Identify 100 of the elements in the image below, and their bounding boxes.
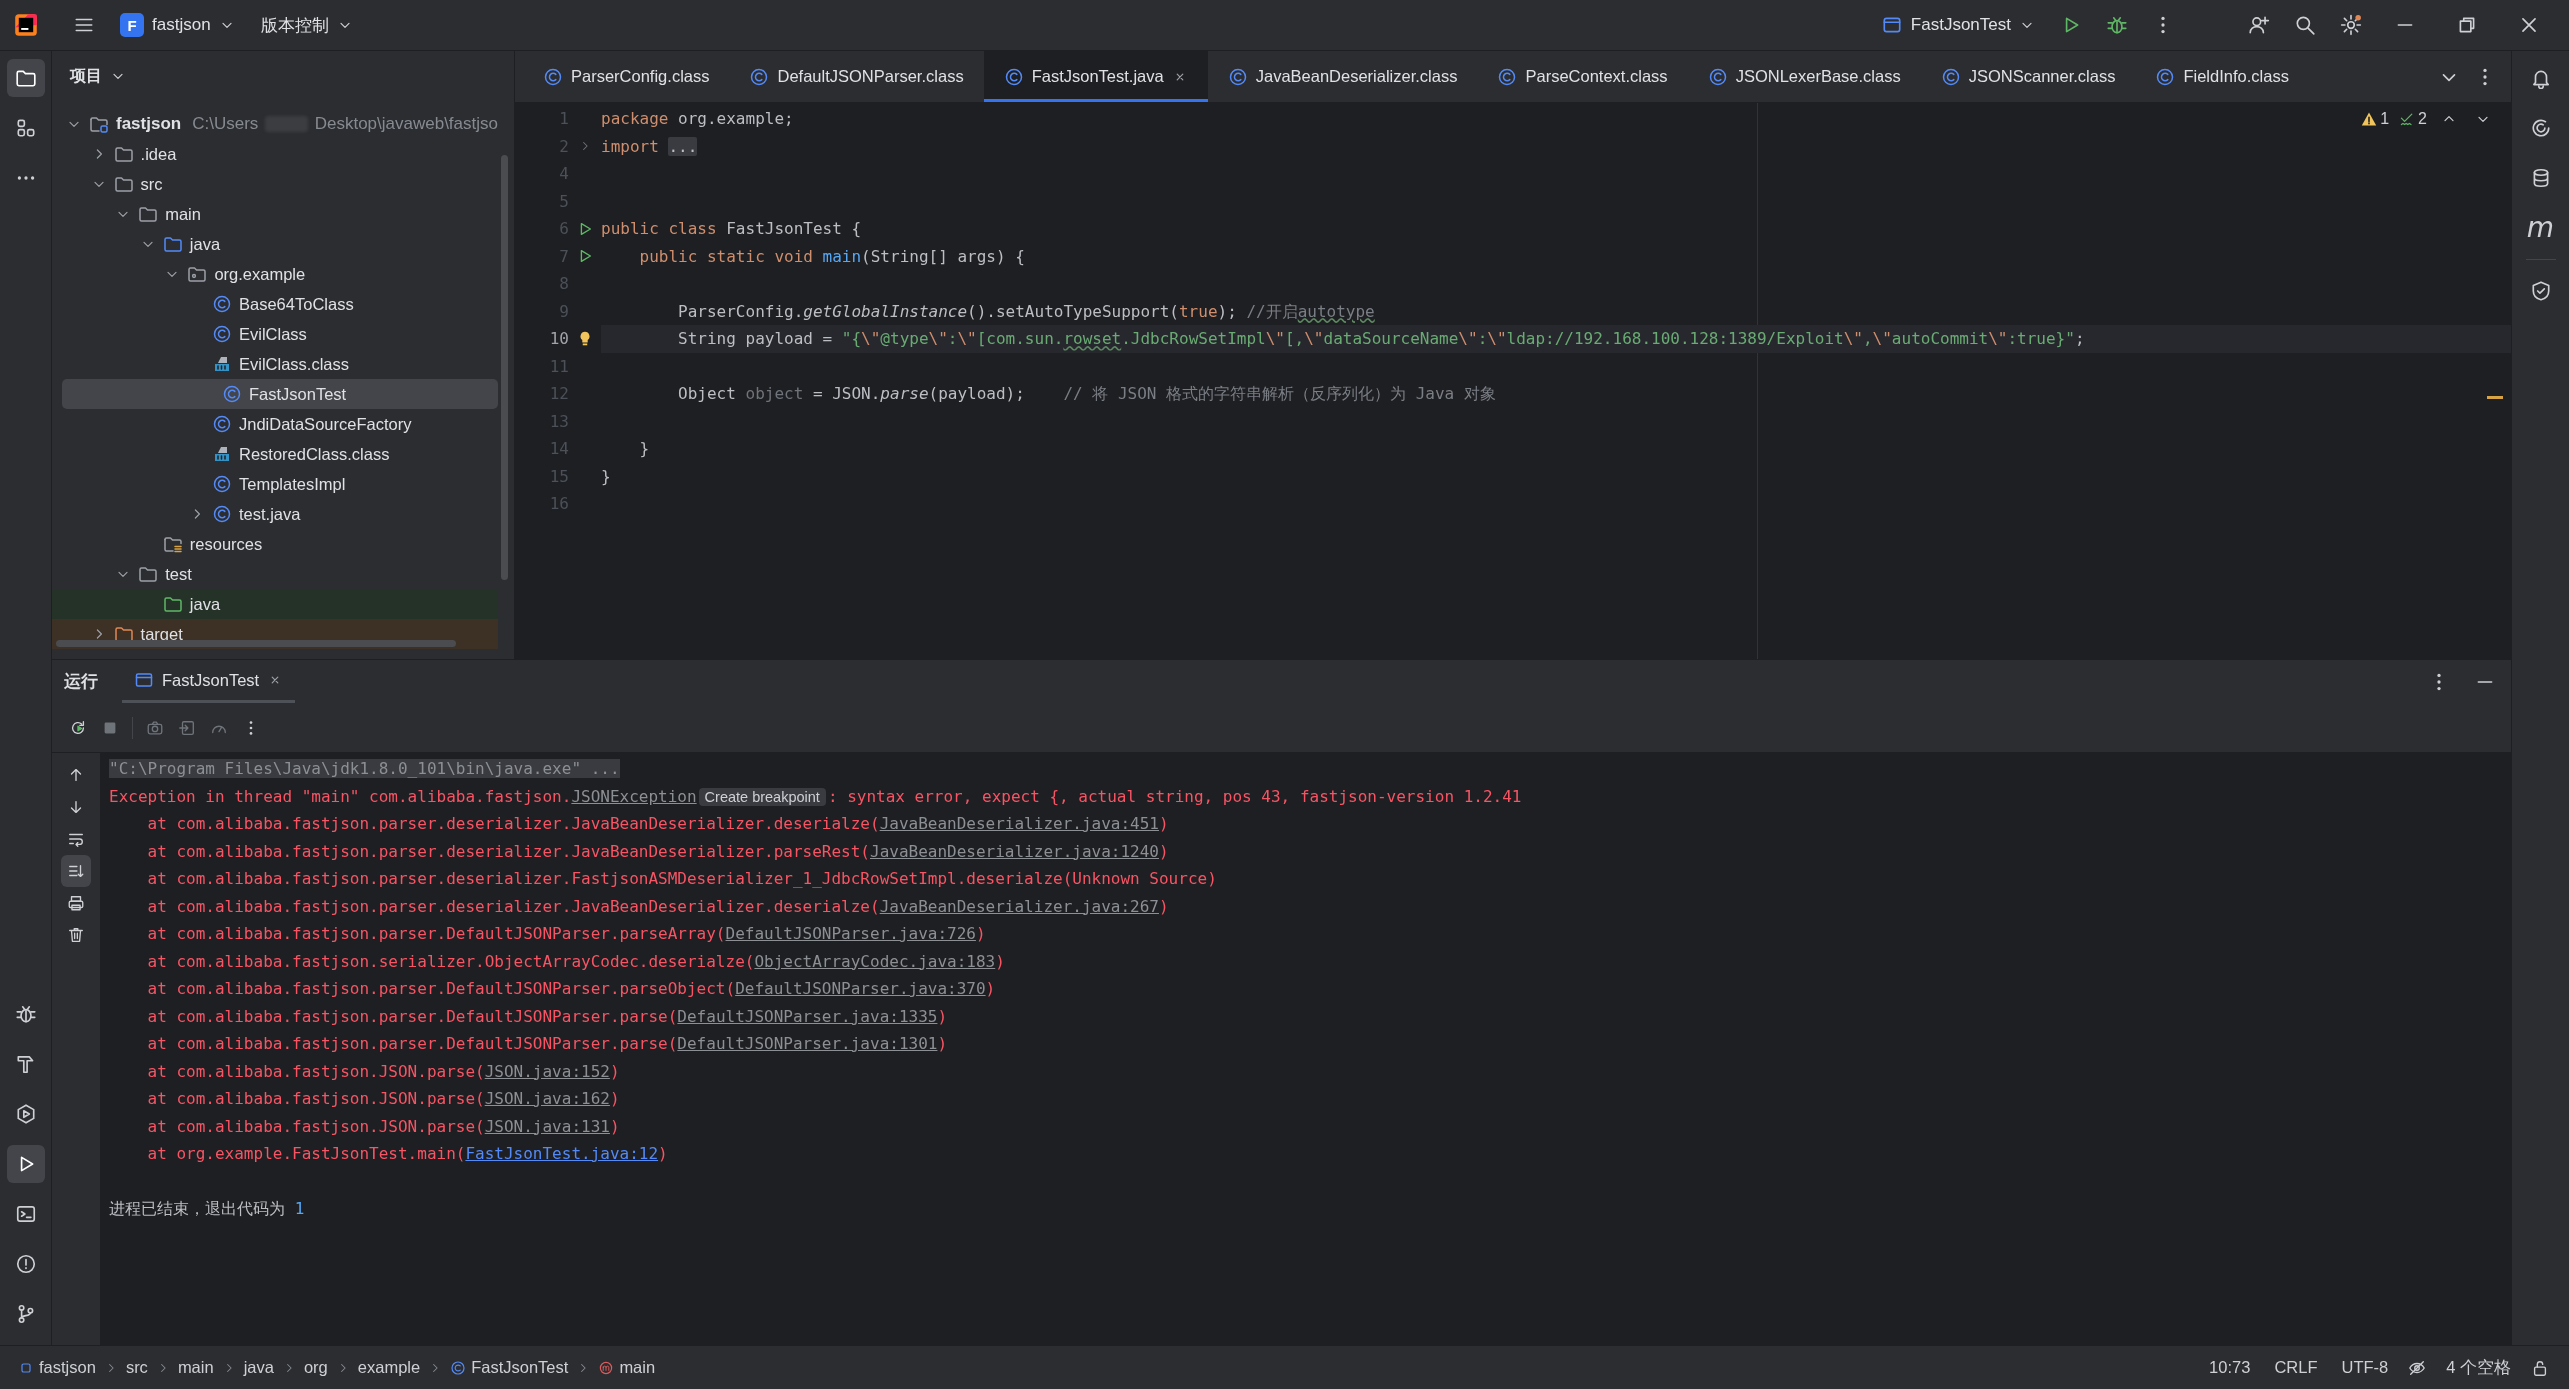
folder-icon (138, 564, 159, 584)
run-configuration-selector[interactable]: FastJsonTest (1872, 7, 2043, 43)
resources-folder-icon (162, 534, 183, 554)
add-user-icon[interactable] (2248, 14, 2270, 36)
class-icon (212, 414, 232, 434)
print-icon[interactable] (67, 894, 85, 912)
code-line: public static void main(String[] args) { (638, 245, 1025, 268)
squares-icon[interactable] (14, 117, 37, 139)
console-line: at com.alibaba.fastjson.JSON.parse(JSON.java:152) (146, 1060, 621, 1083)
source-link[interactable]: DefaultJSONParser.java:726 (725, 924, 976, 943)
project-tool-button[interactable] (6, 59, 45, 97)
breadcrumb[interactable]: src (121, 1358, 152, 1377)
tree-item[interactable]: fastjson C:\Users Desktop\javaweb\fastjso (52, 109, 498, 139)
line-separator[interactable]: CRLF (2264, 1358, 2328, 1377)
source-link[interactable]: JSON.java:162 (484, 1089, 610, 1108)
scroll-to-end-icon[interactable] (67, 862, 85, 880)
tree-item[interactable]: RestoredClass.class (52, 439, 498, 469)
bug-icon[interactable] (2106, 14, 2128, 36)
scroll-to-end-button[interactable] (61, 855, 91, 887)
typo-count[interactable]: 2 (2399, 110, 2427, 128)
tree-item[interactable]: EvilClass (52, 319, 498, 349)
source-link[interactable]: JavaBeanDeserializer.java:267 (879, 896, 1159, 916)
terminal-icon[interactable] (14, 1203, 37, 1225)
breadcrumb[interactable]: example (353, 1358, 425, 1377)
source-link[interactable]: DefaultJSONParser.java:370 (735, 979, 986, 998)
run-tool-button[interactable] (6, 1145, 45, 1183)
console-line: at com.alibaba.fastjson.parser.deserializer.JavaBeanDeserializer.parseRest(JavaBeanDeserializer.java:1240) (146, 840, 1170, 863)
project-switcher[interactable]: F fastjson (112, 7, 243, 43)
camera-icon[interactable] (146, 718, 164, 737)
tree-item[interactable]: test (52, 559, 498, 589)
tree-item[interactable]: Base64ToClass (52, 289, 498, 319)
project-badge: F (120, 13, 144, 37)
folder-icon (162, 594, 183, 614)
source-link[interactable]: JSON.java:131 (484, 1116, 610, 1136)
trash-icon[interactable] (67, 926, 85, 944)
class-icon (222, 384, 242, 404)
tree-item[interactable]: resources (52, 529, 498, 559)
breadcrumb[interactable]: main (594, 1358, 660, 1377)
tree-item[interactable]: JndiDataSourceFactory (52, 409, 498, 439)
create-breakpoint-hint[interactable]: Create breakpoint (698, 787, 826, 806)
tree-item[interactable]: .idea (52, 139, 498, 169)
editor-tab[interactable]: FieldInfo.class (2135, 51, 2309, 102)
tree-item[interactable]: java (52, 589, 498, 619)
maven-tool-button[interactable]: m (2521, 209, 2560, 247)
indent-setting[interactable]: 4 个空格 (2436, 1356, 2521, 1379)
shield-check-icon[interactable] (2529, 280, 2552, 302)
breadcrumb[interactable]: org (299, 1358, 332, 1377)
tree-item[interactable]: FastJsonTest (62, 379, 498, 409)
breadcrumb[interactable]: FastJsonTest (446, 1358, 573, 1377)
run-tab[interactable]: FastJsonTest (122, 660, 296, 703)
exclamation-circle-icon[interactable] (14, 1253, 37, 1275)
code-line: Object object = JSON.parse(payload); // 将 JSON 格式的字符串解析（反序列化）为 Java 对象 (677, 383, 1496, 405)
tree-item[interactable]: org.example (52, 259, 498, 289)
spiral-icon[interactable] (2529, 117, 2552, 139)
console-line: at com.alibaba.fastjson.JSON.parse(JSON.java:162) (146, 1088, 621, 1110)
source-link[interactable]: FastJsonTest.java:12 (465, 1144, 659, 1163)
export-icon[interactable] (178, 718, 196, 737)
rerun-icon[interactable] (69, 718, 87, 737)
code-line: import ... (601, 135, 698, 158)
hexagon-play-icon[interactable] (14, 1103, 37, 1125)
tree-item[interactable]: main (52, 199, 498, 229)
console-line: 进程已结束，退出代码为 1 (109, 1198, 306, 1220)
warning-count[interactable]: 1 (2361, 110, 2390, 128)
breadcrumb[interactable]: java (239, 1358, 278, 1377)
project-view-selector[interactable]: 项目 (62, 58, 134, 94)
source-link[interactable]: DefaultJSONParser.java:1335 (677, 1006, 938, 1026)
lock-icon[interactable] (2531, 1358, 2549, 1377)
console-line: at com.alibaba.fastjson.parser.deserializer.JavaBeanDeserializer.deserialze(JavaBeanDeserializer.java:451) (146, 813, 1170, 835)
breadcrumb[interactable]: fastjson (14, 1358, 100, 1377)
source-link[interactable]: JSON.java:152 (484, 1061, 610, 1081)
bug-icon[interactable] (14, 1003, 37, 1025)
editor-tab[interactable]: ParserConfig.class (523, 51, 730, 102)
console-line: at org.example.FastJsonTest.main(FastJsonTest.java:12) (146, 1143, 669, 1165)
editor-tab[interactable]: JavaBeanDeserializer.class (1207, 51, 1478, 102)
tree-item[interactable]: src (52, 169, 498, 199)
file-encoding[interactable]: UTF-8 (2331, 1358, 2399, 1377)
code-line: } (601, 465, 611, 488)
source-link[interactable]: JSONException (571, 786, 697, 806)
eye-crossed-icon[interactable] (2408, 1358, 2427, 1377)
editor-tab[interactable]: JSONScanner.class (1920, 51, 2136, 102)
scrollbar[interactable] (501, 155, 508, 580)
vcs-menu[interactable]: 版本控制 (252, 7, 361, 43)
source-link[interactable]: DefaultJSONParser.java:1301 (677, 1034, 938, 1053)
breadcrumb[interactable]: main (173, 1358, 218, 1377)
editor-tab[interactable]: JSONLexerBase.class (1687, 51, 1921, 102)
search-icon[interactable] (2294, 14, 2316, 36)
source-link[interactable]: JavaBeanDeserializer.java:1240 (870, 841, 1159, 861)
source-link[interactable]: ObjectArrayCodec.java:183 (754, 951, 996, 971)
editor-tab[interactable]: DefaultJSONParser.class (729, 51, 984, 102)
scrollbar[interactable] (56, 640, 456, 647)
source-link[interactable]: JavaBeanDeserializer.java:451 (879, 814, 1159, 833)
editor-tab[interactable]: FastJsonTest.java (983, 51, 1208, 102)
caret-position[interactable]: 10:73 (2199, 1358, 2261, 1377)
class-icon (1227, 66, 1248, 87)
tree-item[interactable]: EvilClass.class (52, 349, 498, 379)
tree-item[interactable]: java (52, 229, 498, 259)
tree-item[interactable]: test.java (52, 499, 498, 529)
editor-tab[interactable]: ParseContext.class (1477, 51, 1688, 102)
settings-icon[interactable] (2340, 14, 2362, 36)
tree-item[interactable]: TemplatesImpl (52, 469, 498, 499)
